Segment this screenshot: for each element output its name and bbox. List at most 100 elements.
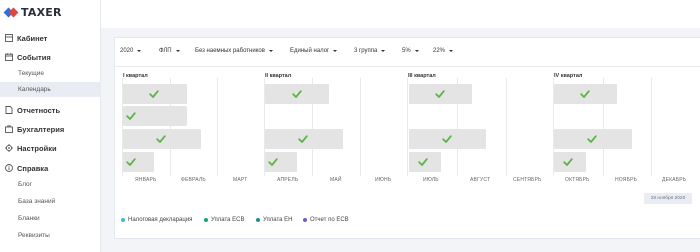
document-icon bbox=[5, 106, 13, 114]
tax-group-select-value: 3 группа bbox=[354, 48, 378, 54]
month-label-dec: ДЕКАБРЬ bbox=[662, 177, 687, 183]
checkmark-icon bbox=[587, 134, 597, 144]
event-bar[interactable] bbox=[123, 106, 187, 126]
sidebar-subitem-requisites[interactable]: Реквизиты bbox=[0, 228, 101, 243]
sidebar-item-label: Кабинет bbox=[17, 33, 48, 43]
sidebar-item-help[interactable]: Справка bbox=[0, 160, 101, 176]
legend-item-tax-declaration: Налоговая декларация bbox=[121, 216, 192, 224]
taxer-logo[interactable]: TAXER bbox=[3, 4, 62, 20]
sidebar-subitem-label: Календарь bbox=[18, 86, 51, 93]
chevron-down-icon bbox=[414, 50, 419, 52]
sidebar-subitem-label: Бланки bbox=[18, 215, 40, 222]
legend-item-esv-report: Отчет по ЕСВ bbox=[303, 216, 349, 224]
sidebar-subitem-calendar[interactable]: Календарь bbox=[0, 82, 101, 97]
event-bar[interactable] bbox=[265, 129, 343, 149]
event-bar[interactable] bbox=[409, 129, 486, 149]
checkmark-icon bbox=[435, 89, 445, 99]
sidebar-item-reports[interactable]: Отчетность bbox=[0, 102, 101, 118]
gear-icon bbox=[5, 144, 13, 152]
month-label-oct: ОКТЯБРЬ bbox=[565, 177, 590, 183]
event-bar[interactable] bbox=[554, 84, 617, 104]
legend-item-esv-payment: Уплата ЕСВ bbox=[204, 216, 245, 224]
today-date-badge: 28 ноября 2020 bbox=[644, 193, 692, 204]
month-label-may: МАЙ bbox=[330, 177, 342, 183]
month-label-sep: СЕНТЯБРЬ bbox=[513, 177, 542, 183]
event-bar[interactable] bbox=[123, 129, 201, 149]
checkmark-icon bbox=[563, 157, 573, 167]
employees-select[interactable]: Без наемных работников bbox=[195, 48, 273, 54]
briefcase-icon bbox=[5, 125, 13, 133]
sidebar-item-label: Настройки bbox=[17, 143, 57, 153]
chevron-down-icon bbox=[175, 50, 180, 52]
legend-dot bbox=[204, 218, 208, 222]
month-label-aug: АВГУСТ bbox=[470, 177, 491, 183]
tax-rate-select-value: 5% bbox=[402, 48, 411, 54]
month-gridline bbox=[217, 78, 218, 176]
logo-mark-icon bbox=[3, 7, 19, 18]
sidebar-subitem-current[interactable]: Текущие bbox=[0, 66, 101, 81]
tax-system-select[interactable]: Единый налог bbox=[290, 48, 338, 54]
legend-label: Налоговая декларация bbox=[128, 217, 193, 223]
month-label-jan: ЯНВАРЬ bbox=[135, 177, 157, 183]
chevron-down-icon bbox=[333, 50, 338, 52]
checkmark-icon bbox=[126, 111, 136, 121]
sidebar-item-settings[interactable]: Настройки bbox=[0, 140, 101, 156]
month-label-apr: АПРЕЛЬ bbox=[277, 177, 299, 183]
month-gridline bbox=[407, 78, 408, 176]
sidebar-subitem-knowledge-base[interactable]: База знаний bbox=[0, 194, 101, 209]
checkmark-icon bbox=[418, 157, 428, 167]
tax-group-select[interactable]: 3 группа bbox=[354, 48, 386, 54]
top-header bbox=[101, 0, 700, 28]
sidebar-subitem-label: Текущие bbox=[18, 70, 44, 77]
sidebar-subitem-forms[interactable]: Бланки bbox=[0, 211, 101, 226]
legend-dot bbox=[121, 218, 125, 222]
legend-dot bbox=[303, 218, 307, 222]
sidebar-subitem-label: Блог bbox=[18, 181, 33, 188]
quarter-label-2: II квартал bbox=[265, 73, 292, 79]
year-select[interactable]: 2020 bbox=[120, 48, 142, 54]
sidebar-item-label: Бухгалтерия bbox=[17, 124, 65, 134]
event-bar[interactable] bbox=[265, 84, 329, 104]
checkmark-icon bbox=[298, 134, 308, 144]
legend-dot bbox=[256, 218, 260, 222]
event-bar[interactable] bbox=[409, 84, 472, 104]
month-label-jun: ИЮНЬ bbox=[375, 177, 392, 183]
tax-system-select-value: Единый налог bbox=[290, 48, 330, 54]
chevron-down-icon bbox=[137, 50, 142, 52]
event-bar[interactable] bbox=[123, 84, 187, 104]
month-label-mar: МАРТ bbox=[233, 177, 248, 183]
event-bar[interactable] bbox=[554, 129, 632, 149]
sidebar-item-cabinet[interactable]: Кабинет bbox=[0, 30, 101, 46]
checkmark-icon bbox=[292, 89, 302, 99]
chevron-down-icon bbox=[381, 50, 386, 52]
sidebar: TAXER Кабинет События Текущие Календарь … bbox=[0, 0, 101, 252]
month-gridline bbox=[506, 78, 507, 176]
checkmark-icon bbox=[442, 134, 452, 144]
legend-label: Отчет по ЕСВ bbox=[310, 217, 349, 223]
sidebar-subitem-blog[interactable]: Блог bbox=[0, 177, 101, 192]
quarter-label-4: IV квартал bbox=[554, 73, 583, 79]
month-gridline bbox=[651, 78, 652, 176]
entity-type-select[interactable]: ФЛП bbox=[159, 48, 180, 54]
legend-label: Уплата ЕН bbox=[263, 217, 293, 223]
sidebar-item-label: События bbox=[17, 52, 51, 62]
tax-rate-select[interactable]: 5% bbox=[402, 48, 419, 54]
month-gridline bbox=[360, 78, 361, 176]
quarter-label-1: I квартал bbox=[123, 73, 148, 79]
checkmark-icon bbox=[268, 157, 278, 167]
chevron-down-icon bbox=[449, 50, 454, 52]
info-icon bbox=[5, 164, 13, 172]
event-bar[interactable] bbox=[123, 152, 154, 172]
legend-item-single-tax-payment: Уплата ЕН bbox=[256, 216, 293, 224]
event-bar[interactable] bbox=[554, 152, 586, 172]
quarter-label-3: III квартал bbox=[408, 73, 436, 79]
month-label-nov: НОЯБРЬ bbox=[615, 177, 638, 183]
logo-text: TAXER bbox=[21, 5, 62, 19]
checkmark-icon bbox=[149, 89, 159, 99]
esv-rate-select[interactable]: 22% bbox=[433, 48, 454, 54]
sidebar-item-events[interactable]: События bbox=[0, 49, 101, 65]
event-bar[interactable] bbox=[265, 152, 297, 172]
event-bar[interactable] bbox=[409, 152, 441, 172]
sidebar-item-accounting[interactable]: Бухгалтерия bbox=[0, 121, 101, 137]
filter-bar: 2020 ФЛП Без наемных работников Единый н… bbox=[120, 48, 700, 58]
